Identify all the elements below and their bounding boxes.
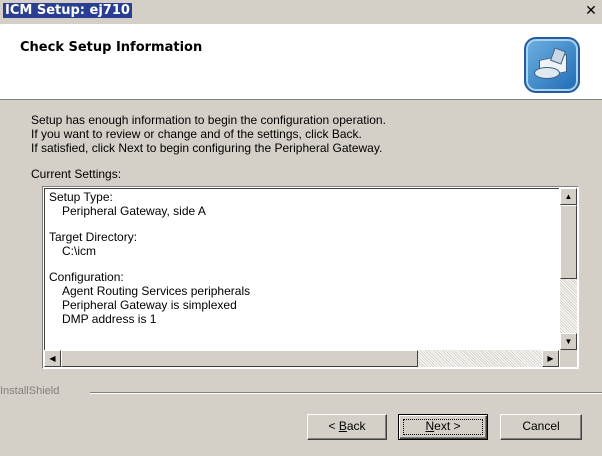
setup-type-group: Setup Type: Peripheral Gateway, side A [49,190,555,218]
scroll-up-button[interactable]: ▲ [560,188,577,205]
scroll-left-button[interactable]: ◀ [44,350,61,367]
current-settings-label: Current Settings: [31,167,122,181]
setup-type-value: Peripheral Gateway, side A [62,204,206,218]
installshield-brand: InstallShield [0,385,60,397]
current-settings-textbox[interactable]: Setup Type: Peripheral Gateway, side A T… [42,186,579,369]
back-label: ack [346,419,366,433]
intro-line-1: Setup has enough information to begin th… [31,113,386,127]
focus-rectangle [403,419,483,435]
config-line: Peripheral Gateway is simplexed [62,298,237,312]
footer-separator [90,392,602,394]
close-icon: ✕ [585,3,597,19]
target-dir-label: Target Directory: [49,230,138,244]
horizontal-scroll-thumb[interactable] [61,350,418,367]
config-label: Configuration: [49,270,124,284]
wizard-header: Check Setup Information [0,24,602,100]
vertical-scroll-thumb[interactable] [560,205,577,279]
scroll-right-button[interactable]: ▶ [542,350,559,367]
target-dir-value: C:\icm [62,244,96,258]
vertical-scrollbar[interactable]: ▲ ▼ [560,188,577,350]
config-line: Agent Routing Services peripherals [62,284,251,298]
intro-text: Setup has enough information to begin th… [31,113,571,155]
settings-content: Setup Type: Peripheral Gateway, side A T… [45,189,559,339]
scrollbar-corner [560,350,577,367]
target-dir-group: Target Directory: C:\icm [49,230,555,258]
arrow-down-icon: ▼ [564,337,573,346]
installer-icon [524,37,580,93]
scroll-down-button[interactable]: ▼ [560,333,577,350]
setup-type-label: Setup Type: [49,190,113,204]
configuration-group: Configuration: Agent Routing Services pe… [49,270,555,326]
title-bar: ICM Setup: ej710 ✕ [0,0,602,24]
intro-line-2: If you want to review or change and of t… [31,127,362,141]
next-button[interactable]: Next > [398,414,488,440]
page-title: Check Setup Information [20,40,203,55]
settings-viewport: Setup Type: Peripheral Gateway, side A T… [44,188,559,350]
close-button[interactable]: ✕ [582,3,600,21]
intro-line-3: If satisfied, click Next to begin config… [31,141,383,155]
arrow-up-icon: ▲ [564,192,573,201]
back-accesskey: B [338,419,347,433]
window-title: ICM Setup: ej710 [3,3,132,18]
installer-disc-shape [534,67,560,79]
arrow-right-icon: ▶ [547,354,554,363]
arrow-left-icon: ◀ [49,354,56,363]
back-button[interactable]: < Back [307,414,387,440]
cancel-button[interactable]: Cancel [500,414,582,440]
config-line: DMP address is 1 [62,312,157,326]
back-prefix: < [328,419,339,433]
horizontal-scrollbar[interactable]: ◀ ▶ [44,350,559,367]
